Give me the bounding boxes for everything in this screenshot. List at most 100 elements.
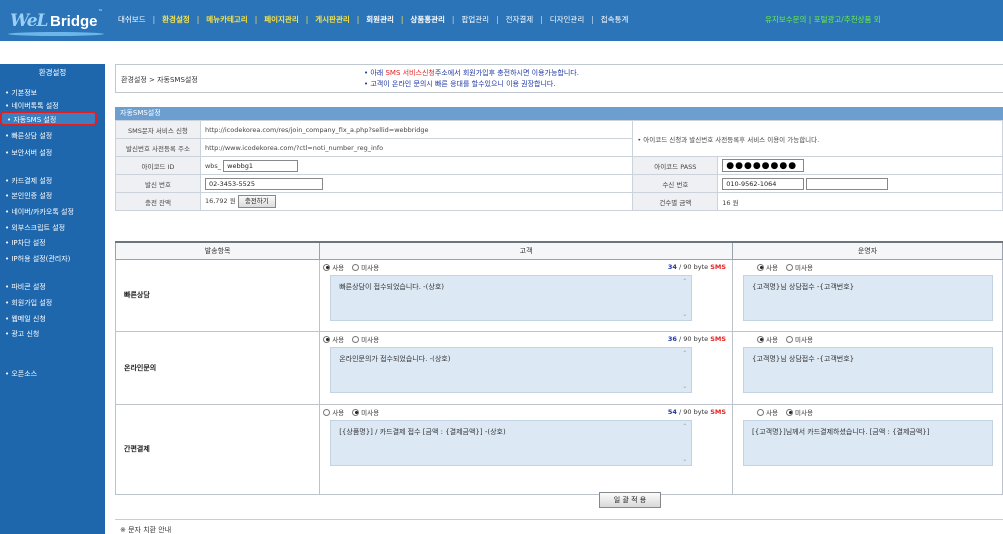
- operator-nouse-radio[interactable]: [786, 335, 793, 343]
- row-name: 간편결제: [114, 403, 321, 495]
- scroll-down-icon[interactable]: ⌄: [682, 311, 687, 318]
- notice-line2: • 고객이 온라인 문의시 빠른 응대를 할수있으니 이용 권장합니다.: [364, 80, 556, 88]
- scroll-up-icon[interactable]: ⌃: [682, 350, 687, 357]
- footer-note: ※ 문자 치환 안내: [120, 526, 172, 534]
- notice-text: • 아래 SMS 서비스신청주소에서 회원가입후 충전하시면 이용가능합니다. …: [364, 68, 579, 90]
- customer-use-radio[interactable]: [323, 335, 331, 343]
- footer-divider: [115, 519, 1003, 520]
- sidebar-item[interactable]: • 외부스크립트 설정: [5, 223, 65, 233]
- row-name: 빠른상담: [114, 258, 321, 332]
- table-row: 간편결제 사용 미사용 54 / 90 byte SMS [{상품명}] / 카드결제 …: [114, 403, 1003, 495]
- scroll-up-icon[interactable]: ⌃: [682, 278, 687, 285]
- logo[interactable]: WeL Bridge ™: [8, 6, 108, 36]
- customer-nouse-radio[interactable]: [352, 335, 360, 343]
- sidebar-item[interactable]: • 네이버톡톡 설정: [5, 101, 59, 111]
- top-nav-item[interactable]: 게시판관리: [315, 14, 350, 25]
- use-label: 사용: [766, 409, 778, 417]
- sms-settings-table: SMS문자 서비스 신청 http://icodekorea.com/res/j…: [115, 120, 1003, 211]
- sidebar-item[interactable]: • 카드결제 설정: [5, 176, 52, 186]
- operator-message-text: [{고객명}]님께서 카드결제하셨습니다. [금액 : {결제금액}]: [752, 427, 930, 436]
- customer-use-radio[interactable]: [323, 408, 331, 416]
- notice-sms-service-link[interactable]: SMS 서비스신청: [385, 69, 434, 77]
- scroll-down-icon[interactable]: ⌄: [682, 383, 687, 390]
- customer-nouse-radio[interactable]: [352, 263, 360, 271]
- per-price-value: 16 원: [717, 192, 1003, 211]
- customer-message-textarea[interactable]: 빠른상담이 접수되었습니다. -(상호) ⌃ ⌄: [330, 274, 693, 321]
- byte-counter: 36 / 90 byte SMS: [667, 335, 727, 343]
- scroll-down-icon[interactable]: ⌄: [682, 456, 687, 463]
- notice-line1-post: 주소에서 회원가입후 충전하시면 이용가능합니다.: [434, 69, 579, 77]
- sidebar-item[interactable]: • 본인인증 설정: [5, 191, 52, 201]
- sender-number-input[interactable]: [204, 177, 323, 190]
- sidebar-item[interactable]: • 광고 신청: [5, 329, 39, 339]
- operator-message-textarea[interactable]: {고객명}님 상담접수 -{고객번호}: [743, 346, 994, 393]
- textarea-scrollbar[interactable]: ⌃ ⌄: [680, 276, 691, 320]
- sidebar-item[interactable]: • 보안서버 설정: [5, 148, 52, 158]
- top-nav-item[interactable]: 회원관리: [366, 14, 394, 25]
- operator-nouse-radio[interactable]: [786, 408, 793, 416]
- textarea-scrollbar[interactable]: ⌃ ⌄: [680, 348, 691, 392]
- receiver-number-label: 수신 번호: [632, 174, 719, 193]
- nav-separator: |: [305, 15, 309, 24]
- breadcrumb: 환경설정 > 자동SMS설정: [121, 76, 198, 84]
- use-label: 사용: [332, 264, 345, 272]
- receiver-number-input[interactable]: [722, 177, 805, 190]
- icode-id-label: 아이코드 ID: [115, 156, 201, 175]
- icode-pass-input[interactable]: ●●●●●●●●: [722, 159, 805, 172]
- sidebar-item[interactable]: • 빠른상담 설정: [5, 131, 52, 141]
- top-nav-item[interactable]: 상품홍관리: [410, 14, 445, 25]
- operator-use-radio[interactable]: [757, 263, 765, 271]
- customer-message-textarea[interactable]: [{상품명}] / 카드결제 접수 [금액 : {결제금액}] -(상호) ⌃ ⌄: [330, 419, 693, 466]
- sidebar-item[interactable]: • 파비콘 설정: [5, 282, 46, 292]
- top-nav-item[interactable]: 접속통계: [601, 14, 629, 25]
- nav-separator: |: [356, 15, 360, 24]
- sidebar-item[interactable]: • 오픈소스: [5, 369, 37, 379]
- charge-button[interactable]: 충전하기: [237, 195, 276, 208]
- top-nav-item[interactable]: 디자인관리: [550, 14, 585, 25]
- operator-message-textarea[interactable]: [{고객명}]님께서 카드결제하셨습니다. [금액 : {결제금액}]: [743, 419, 994, 466]
- customer-use-radio[interactable]: [323, 263, 331, 271]
- section-title: 자동SMS설정: [115, 107, 1003, 120]
- sidebar-item[interactable]: • IP허용 설정(관리자): [5, 254, 70, 264]
- customer-message-textarea[interactable]: 온라인문의가 접수되었습니다. -(상호) ⌃ ⌄: [330, 346, 693, 393]
- sidebar: 환경설정 • 기본정보 • 네이버톡톡 설정 • 자동SMS 설정 • 빠른상담 설정…: [0, 41, 105, 534]
- sidebar-item[interactable]: • 웹메일 신청: [5, 314, 46, 324]
- sidebar-item[interactable]: • 회원가입 설정: [5, 298, 52, 308]
- icode-id-input[interactable]: [223, 159, 299, 172]
- per-price-label: 건수별 금액: [632, 192, 719, 211]
- scroll-up-icon[interactable]: ⌃: [682, 423, 687, 430]
- table-row: 빠른상담 사용 미사용 34 / 90 byte SMS 빠른상담이 접수되었습니다. …: [114, 258, 1003, 332]
- logo-text-bridge: Bridge: [50, 13, 98, 30]
- operator-message-textarea[interactable]: {고객명}님 상담접수 -{고객번호}: [743, 274, 994, 321]
- top-nav-item[interactable]: 환경설정: [162, 14, 190, 25]
- sender-reg-url[interactable]: http://www.icodekorea.com/?ctl=noti_numb…: [199, 138, 634, 157]
- apply-all-button[interactable]: 일 괄 적 용: [599, 492, 661, 508]
- nouse-label: 미사용: [361, 409, 380, 417]
- sidebar-item[interactable]: • 네이버/카카오톡 설정: [5, 207, 74, 217]
- nouse-label: 미사용: [361, 264, 380, 272]
- operator-nouse-radio[interactable]: [786, 263, 793, 271]
- top-nav-item[interactable]: 메뉴카테고리: [206, 14, 247, 25]
- nouse-label: 미사용: [795, 264, 813, 272]
- sms-service-url[interactable]: http://icodekorea.com/res/join_company_f…: [199, 120, 634, 139]
- top-nav-item[interactable]: 팝업관리: [461, 14, 489, 25]
- top-nav-item[interactable]: 전자결제: [506, 14, 534, 25]
- nouse-label: 미사용: [795, 336, 813, 344]
- operator-use-radio[interactable]: [757, 408, 765, 416]
- sidebar-item[interactable]: • 기본정보: [5, 88, 37, 98]
- nav-separator: |: [196, 15, 200, 24]
- col-header-operator: 운영자: [732, 241, 1003, 260]
- sidebar-title: 환경설정: [38, 68, 67, 77]
- top-nav-item[interactable]: 대쉬보드: [118, 14, 146, 25]
- receiver-number-input-2[interactable]: [806, 177, 889, 190]
- operator-use-radio[interactable]: [757, 335, 765, 343]
- sidebar-item[interactable]: • IP차단 설정: [5, 238, 46, 248]
- operator-message-text: {고객명}님 상담접수 -{고객번호}: [752, 282, 855, 291]
- top-links[interactable]: 유지보수문의 | 포털광고/추천상품 외: [765, 14, 881, 25]
- customer-nouse-radio[interactable]: [352, 408, 360, 416]
- textarea-scrollbar[interactable]: ⌃ ⌄: [680, 421, 691, 465]
- byte-counter: 54 / 90 byte SMS: [667, 408, 727, 416]
- top-nav-item[interactable]: 페이지관리: [264, 14, 299, 25]
- sidebar-item-auto-sms-active[interactable]: • 자동SMS 설정: [0, 111, 97, 126]
- operator-cell: 사용 미사용 {고객명}님 상담접수 -{고객번호}: [732, 330, 1003, 405]
